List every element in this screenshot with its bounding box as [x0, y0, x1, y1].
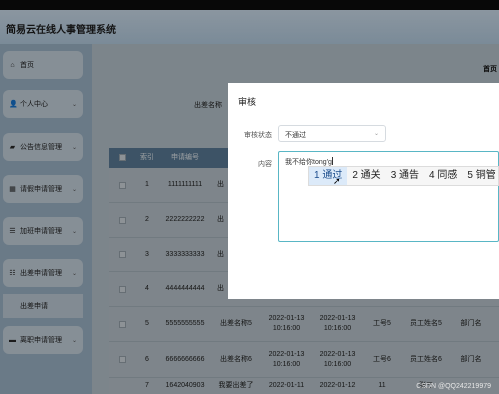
content-textarea[interactable]: 我不给你tong'g [278, 151, 499, 242]
ime-candidate-3[interactable]: 3 通告 [386, 167, 424, 185]
status-label: 审核状态 [244, 132, 272, 139]
content-text-value: 我不给你tong'g [285, 159, 332, 166]
text-caret [331, 157, 333, 165]
ime-candidate-1[interactable]: 1 通过 [309, 167, 348, 185]
mouse-cursor-icon: ➚ [333, 176, 341, 186]
ime-candidate-2[interactable]: 2 通关 [347, 167, 385, 185]
ime-candidate-5[interactable]: 5 铜管 [462, 167, 499, 185]
content-label: 内容 [258, 161, 272, 168]
status-select-value: 不通过 [285, 132, 306, 139]
chevron-down-icon: ⌄ [373, 131, 379, 137]
ime-candidate-4[interactable]: 4 同感 [424, 167, 462, 185]
review-dialog: 审核 审核状态 不通过 ⌄ 内容 我不给你tong'g [228, 83, 499, 299]
watermark: CSDN @QQ242219979 [416, 383, 491, 390]
dialog-title: 审核 [238, 97, 257, 107]
status-select[interactable]: 不通过 ⌄ [278, 125, 386, 142]
